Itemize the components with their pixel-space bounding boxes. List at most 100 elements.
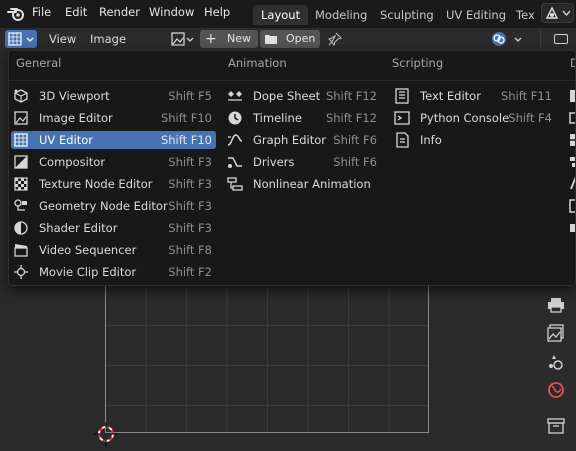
menu-item-image-editor[interactable]: Image Editor Shift F10 (11, 109, 216, 127)
top-menu-bar: File Edit Render Window Help Layout Mode… (0, 0, 576, 28)
menu-item-compositor[interactable]: Compositor Shift F3 (11, 153, 216, 171)
folder-icon (265, 35, 277, 44)
physics-icon[interactable] (546, 352, 566, 372)
menu-item-shortcut: Shift F6 (333, 155, 377, 169)
printer-icon[interactable] (546, 295, 566, 315)
menu-render[interactable]: Render (99, 5, 140, 19)
header-separator (540, 30, 541, 48)
menu-item-label: 3D Viewport (39, 89, 110, 103)
tab-uv-editing[interactable]: UV Editing (438, 5, 514, 25)
menu-item-video-sequencer[interactable]: Video Sequencer Shift F8 (11, 241, 216, 259)
image-menu[interactable]: Image (84, 30, 132, 48)
plus-icon: + (205, 31, 217, 47)
scene-selector-button[interactable] (541, 3, 574, 23)
texture-node-icon (14, 177, 28, 191)
column-title-animation: Animation (228, 56, 287, 70)
outliner-icon[interactable] (569, 155, 576, 169)
shader-editor-icon (14, 221, 28, 235)
graph-editor-icon (227, 134, 243, 146)
column-title-data: D (570, 56, 575, 70)
tab-modeling[interactable]: Modeling (307, 5, 375, 25)
timeline-icon (228, 111, 242, 125)
menu-item-dope-sheet[interactable]: Dope Sheet Shift F12 (225, 87, 381, 105)
viewport-3d-icon (14, 89, 28, 103)
editor-type-menu: General Animation Scripting D 3D Viewpor… (8, 50, 576, 286)
compositor-icon (14, 155, 28, 169)
menu-item-label: Python Console (420, 111, 510, 125)
image-icon[interactable] (546, 323, 566, 343)
movie-clip-icon (14, 265, 28, 279)
pin-icon[interactable] (328, 32, 342, 46)
menu-item-shortcut: Shift F12 (325, 89, 377, 103)
spreadsheet-icon[interactable] (569, 133, 576, 147)
menu-item-info[interactable]: Info (392, 131, 556, 149)
menu-item-shader-editor[interactable]: Shader Editor Shift F3 (11, 219, 216, 237)
chevron-down-icon (186, 37, 194, 42)
menu-item-graph-editor[interactable]: Graph Editor Shift F6 (225, 131, 381, 149)
menu-item-geometry-node-editor[interactable]: Geometry Node Editor Shift F3 (11, 197, 216, 215)
menu-item-label: Shader Editor (39, 221, 118, 235)
menu-help[interactable]: Help (204, 5, 230, 19)
menu-item-3d-viewport[interactable]: 3D Viewport Shift F5 (11, 87, 216, 105)
properties-icon[interactable] (569, 177, 576, 191)
menu-window[interactable]: Window (149, 5, 194, 19)
menu-item-shortcut: Shift F3 (168, 221, 212, 235)
menu-item-label: Compositor (39, 155, 106, 169)
menu-item-texture-node-editor[interactable]: Texture Node Editor Shift F3 (11, 175, 216, 193)
menu-item-uv-editor[interactable]: UV Editor Shift F10 (11, 131, 216, 149)
menu-item-shortcut: Shift F6 (333, 133, 377, 147)
python-console-icon (394, 111, 410, 125)
world-icon[interactable] (546, 380, 566, 400)
file-browser-icon[interactable] (569, 89, 576, 103)
new-image-button[interactable]: + New (200, 30, 258, 48)
menu-item-label: Graph Editor (253, 133, 326, 147)
open-label: Open (286, 32, 316, 45)
drivers-icon (228, 157, 242, 168)
preferences-icon[interactable] (569, 221, 576, 235)
overlay-icon (492, 32, 506, 46)
menu-item-movie-clip-editor[interactable]: Movie Clip Editor Shift F2 (11, 263, 216, 281)
menu-item-nonlinear-animation[interactable]: Nonlinear Animation (225, 175, 381, 193)
menu-item-shortcut: Shift F5 (168, 89, 212, 103)
menu-item-label: Drivers (253, 155, 295, 169)
menu-item-python-console[interactable]: Python Console Shift F4 (392, 109, 556, 127)
new-label: New (227, 32, 251, 45)
image-icon (171, 32, 185, 46)
sidebar-toggle[interactable] (548, 30, 576, 48)
menu-item-shortcut: Shift F3 (168, 199, 212, 213)
menu-item-label: Texture Node Editor (39, 177, 153, 191)
geometry-node-icon (14, 199, 27, 211)
uv-editor-icon (14, 133, 28, 147)
uv-grid (105, 283, 429, 433)
asset-browser-icon[interactable] (569, 111, 576, 125)
menu-item-shortcut: Shift F2 (168, 265, 212, 279)
menu-item-shortcut: Shift F10 (160, 111, 212, 125)
menu-item-drivers[interactable]: Drivers Shift F6 (225, 153, 381, 171)
editor-type-button[interactable] (5, 30, 37, 48)
menu-item-shortcut: Shift F10 (160, 133, 212, 147)
menu-item-label: Info (420, 133, 442, 147)
menu-item-label: Image Editor (39, 111, 113, 125)
menu-item-timeline[interactable]: Timeline Shift F12 (225, 109, 381, 127)
menu-item-label: Dope Sheet (253, 89, 321, 103)
menu-edit[interactable]: Edit (65, 5, 87, 19)
menu-item-shortcut: Shift F8 (168, 243, 212, 257)
open-image-button[interactable]: Open (260, 30, 320, 48)
nla-icon (227, 177, 243, 191)
image-browse-button[interactable] (168, 30, 196, 48)
cursor-3d-icon[interactable] (94, 422, 118, 446)
uv-editor-icon (8, 32, 22, 46)
archive-icon[interactable] (546, 416, 566, 436)
image-editor-icon (14, 111, 28, 125)
blender-logo-icon[interactable] (7, 6, 25, 22)
column-title-general: General (16, 56, 62, 70)
view-menu[interactable]: View (43, 30, 82, 48)
overlay-toggle[interactable] (490, 30, 526, 48)
tab-layout[interactable]: Layout (253, 5, 309, 25)
file-icon[interactable] (569, 199, 576, 213)
tab-texture-paint[interactable]: Tex (508, 5, 535, 25)
menu-item-label: Nonlinear Animation (253, 177, 371, 191)
tab-sculpting[interactable]: Sculpting (372, 5, 442, 25)
menu-item-text-editor[interactable]: Text Editor Shift F11 (392, 87, 556, 105)
menu-file[interactable]: File (32, 5, 51, 19)
